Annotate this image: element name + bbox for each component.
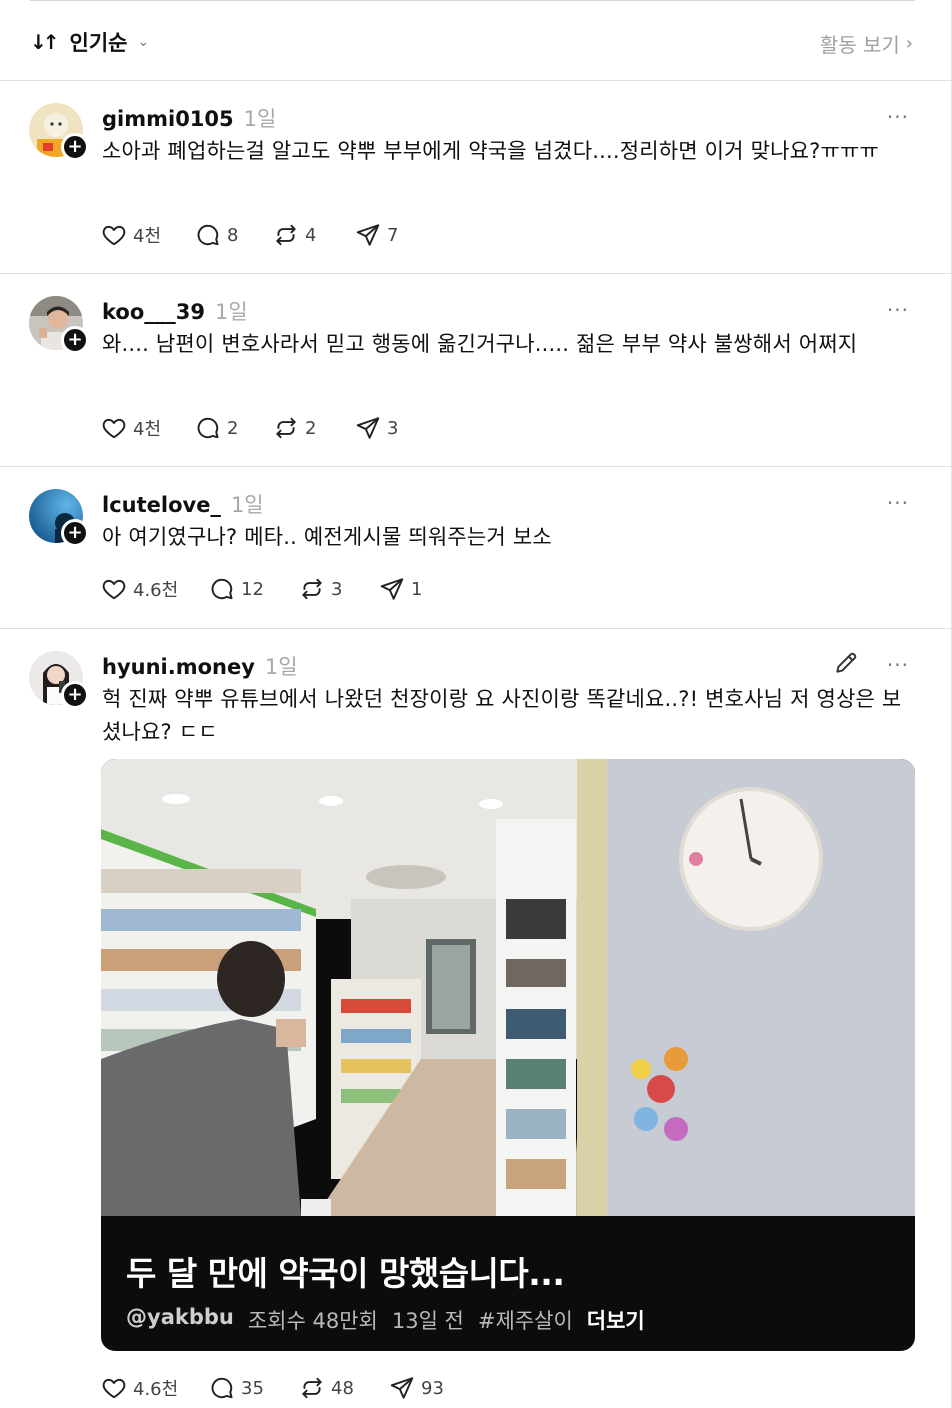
sort-bar: ↓↑ 인기순 ⌄ 활동 보기 › (0, 1, 951, 81)
reply-count: 12 (241, 578, 264, 600)
like-button[interactable]: 4.6천 (101, 1375, 209, 1401)
like-count: 4.6천 (133, 1379, 179, 1400)
heart-icon (101, 415, 127, 441)
repost-icon (273, 222, 299, 248)
sort-button[interactable]: ↓↑ 인기순 ⌄ (30, 27, 149, 57)
channel-handle[interactable]: @yakbbu (126, 1305, 234, 1335)
username-text[interactable]: koo___39 (102, 300, 205, 324)
reply-post: + gimmi0105 1일 ··· 소아과 폐업하는걸 알고도 약뿌 부부에게 … (0, 81, 951, 274)
repost-icon (299, 1375, 325, 1401)
post-actions: 4천 2 2 3 (101, 414, 398, 442)
like-button[interactable]: 4.6천 (101, 576, 209, 602)
post-time: 1일 (243, 107, 277, 131)
reply-button[interactable]: 12 (209, 576, 299, 602)
share-button[interactable]: 93 (389, 1375, 444, 1401)
share-count: 3 (387, 417, 399, 439)
follow-plus-icon[interactable]: + (61, 133, 89, 161)
reply-count: 2 (227, 417, 239, 439)
repost-count: 4 (305, 224, 317, 246)
reply-post: + lcutelove_ 1일 ··· 아 여기였구나? 메타.. 예전게시물 띄… (0, 467, 951, 629)
heart-icon (101, 576, 127, 602)
video-meta: @yakbbu 조회수 48만회 13일 전 #제주살이 더보기 (126, 1305, 645, 1335)
username[interactable]: lcutelove_ 1일 (102, 489, 264, 519)
repost-button[interactable]: 3 (299, 576, 379, 602)
like-count: 4.6천 (133, 580, 179, 601)
comment-icon (209, 1375, 235, 1401)
upload-time: 13일 전 (391, 1309, 464, 1333)
reply-post: + koo___39 1일 ··· 와.... 남편이 변호사라서 믿고 행동에 … (0, 274, 951, 467)
username-text[interactable]: hyuni.money (102, 655, 255, 679)
post-text: 소아과 폐업하는걸 알고도 약뿌 부부에게 약국을 넘겼다....정리하면 이거… (102, 139, 880, 163)
comment-icon (195, 222, 221, 248)
username[interactable]: koo___39 1일 (102, 296, 248, 326)
reply-button[interactable]: 8 (195, 222, 273, 248)
follow-plus-icon[interactable]: + (61, 681, 89, 709)
repost-icon (299, 576, 325, 602)
post-text: 헉 진짜 약뿌 유튜브에서 나왔던 천장이랑 요 사진이랑 똑같네요..?! 변… (102, 687, 902, 744)
see-more-link[interactable]: 더보기 (587, 1305, 645, 1335)
hashtag[interactable]: #제주살이 (478, 1305, 573, 1335)
more-options-icon[interactable]: ··· (887, 491, 909, 515)
heart-icon (101, 1375, 127, 1401)
sort-icon: ↓↑ (30, 30, 59, 54)
share-button[interactable]: 3 (355, 415, 398, 441)
comment-icon (195, 415, 221, 441)
chevron-right-icon: › (905, 33, 913, 54)
send-icon (355, 415, 381, 441)
post-text: 와.... 남편이 변호사라서 믿고 행동에 옮긴거구나..... 젊은 부부 … (102, 332, 858, 356)
view-count: 조회수 48만회 (247, 1309, 378, 1333)
sort-label: 인기순 (69, 31, 128, 55)
share-button[interactable]: 1 (379, 576, 422, 602)
reply-post: + hyuni.money 1일 ··· 헉 진짜 약뿌 유튜브에서 나왔던 천장… (0, 629, 951, 1408)
video-title: 두 달 만에 약국이 망했습니다... (126, 1254, 565, 1293)
post-actions: 4.6천 12 3 1 (101, 575, 422, 603)
share-button[interactable]: 7 (355, 222, 398, 248)
follow-plus-icon[interactable]: + (61, 326, 89, 354)
repost-button[interactable]: 2 (273, 415, 355, 441)
chevron-down-icon: ⌄ (137, 34, 150, 50)
more-options-icon[interactable]: ··· (887, 298, 909, 322)
repost-count: 48 (331, 1377, 354, 1399)
share-count: 93 (421, 1377, 444, 1399)
send-icon (355, 222, 381, 248)
repost-count: 3 (331, 578, 343, 600)
reply-button[interactable]: 35 (209, 1375, 299, 1401)
youtube-video-card[interactable]: 두 달 만에 약국이 망했습니다... @yakbbu 조회수 48만회 13일… (101, 759, 915, 1351)
video-thumbnail (101, 759, 915, 1216)
edit-pencil-icon[interactable] (833, 650, 859, 676)
like-count: 4천 (133, 226, 162, 247)
comment-icon (209, 576, 235, 602)
username[interactable]: gimmi0105 1일 (102, 103, 276, 133)
send-icon (379, 576, 405, 602)
post-actions: 4천 8 4 7 (101, 221, 398, 249)
repost-button[interactable]: 48 (299, 1375, 389, 1401)
post-text: 아 여기였구나? 메타.. 예전게시물 띄워주는거 보소 (102, 525, 552, 549)
like-count: 4천 (133, 419, 162, 440)
view-activity-label: 활동 보기 (819, 33, 900, 57)
follow-plus-icon[interactable]: + (61, 519, 89, 547)
username[interactable]: hyuni.money 1일 (102, 651, 298, 681)
send-icon (389, 1375, 415, 1401)
repost-icon (273, 415, 299, 441)
like-button[interactable]: 4천 (101, 415, 195, 441)
post-actions: 4.6천 35 48 93 (101, 1374, 444, 1402)
reply-button[interactable]: 2 (195, 415, 273, 441)
like-button[interactable]: 4천 (101, 222, 195, 248)
reply-count: 35 (241, 1377, 264, 1399)
username-text[interactable]: lcutelove_ (102, 493, 221, 517)
reply-count: 8 (227, 224, 239, 246)
heart-icon (101, 222, 127, 248)
post-time: 1일 (264, 655, 298, 679)
post-time: 1일 (230, 493, 264, 517)
more-options-icon[interactable]: ··· (887, 653, 909, 677)
share-count: 7 (387, 224, 399, 246)
view-activity-button[interactable]: 활동 보기 › (820, 29, 913, 58)
more-options-icon[interactable]: ··· (887, 105, 909, 129)
repost-count: 2 (305, 417, 317, 439)
post-time: 1일 (214, 300, 248, 324)
username-text[interactable]: gimmi0105 (102, 107, 234, 131)
repost-button[interactable]: 4 (273, 222, 355, 248)
share-count: 1 (411, 578, 423, 600)
